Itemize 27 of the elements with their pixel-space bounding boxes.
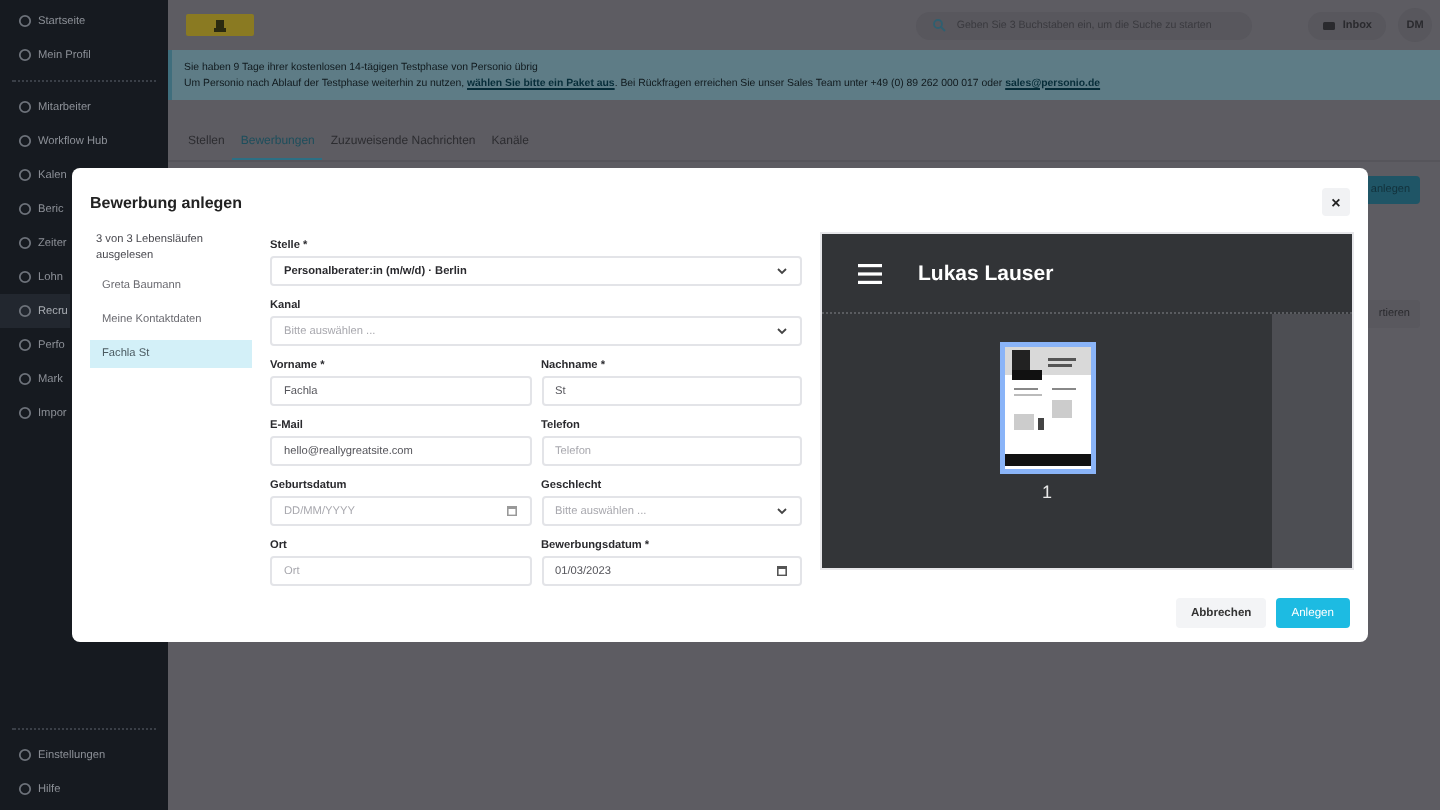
circle-icon — [18, 236, 32, 250]
circle-icon — [18, 48, 32, 62]
document-title: Lukas Lauser — [918, 261, 1054, 285]
search-icon — [932, 18, 947, 32]
dialog-title: Bewerbung anlegen — [90, 193, 243, 211]
close-button[interactable]: × — [1322, 188, 1350, 216]
circle-icon — [18, 338, 32, 352]
chevron-down-icon — [776, 266, 788, 276]
page-thumbnail[interactable] — [999, 342, 1095, 474]
page-number: 1 — [1041, 482, 1052, 502]
circle-icon — [18, 14, 32, 28]
calendar-icon[interactable] — [776, 564, 788, 578]
circle-icon — [18, 134, 32, 148]
chevron-down-icon — [776, 326, 788, 336]
circle-icon — [18, 372, 32, 386]
tray-icon — [1322, 19, 1337, 31]
circle-icon — [18, 782, 32, 796]
circle-icon — [18, 202, 32, 216]
circle-icon — [18, 406, 32, 420]
logo[interactable] — [186, 14, 254, 36]
chevron-down-icon — [776, 506, 788, 516]
circle-icon — [18, 168, 32, 182]
circle-icon — [18, 100, 32, 114]
circle-icon — [18, 270, 32, 284]
menu-icon[interactable] — [858, 263, 882, 283]
circle-icon — [18, 304, 32, 318]
circle-icon — [18, 748, 32, 762]
